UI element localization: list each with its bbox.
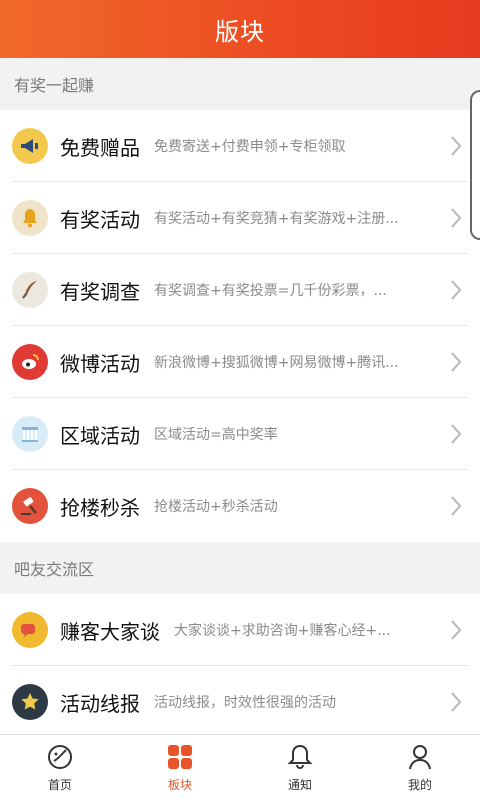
star-icon (12, 684, 48, 720)
item-description: 有奖调查+有奖投票=几千份彩票，... (154, 283, 387, 299)
list-item-regional-activities[interactable]: 区域活动 区域活动=高中奖率 (0, 398, 480, 470)
tab-label: 我的 (407, 778, 432, 792)
home-icon (45, 742, 75, 772)
chevron-right-icon (446, 420, 466, 448)
tab-home[interactable]: 首页 (0, 735, 120, 800)
bell-icon (12, 200, 48, 236)
list-item-flash-sale[interactable]: 抢楼秒杀 抢楼活动+秒杀活动 (0, 470, 480, 542)
chevron-right-icon (446, 616, 466, 644)
scrollbar-thumb[interactable] (470, 90, 480, 240)
item-title: 有奖活动 (60, 207, 140, 232)
user-icon (405, 742, 435, 772)
item-description: 活动线报，时效性很强的活动 (154, 695, 336, 711)
chevron-right-icon (446, 688, 466, 716)
item-title: 微博活动 (60, 351, 140, 376)
section-header-rewards: 有奖一起赚 (0, 58, 480, 110)
chevron-right-icon (446, 132, 466, 160)
chevron-right-icon (446, 492, 466, 520)
chevron-right-icon (446, 348, 466, 376)
item-title: 免费赠品 (60, 135, 140, 160)
list-item-activity-news[interactable]: 活动线报 活动线报，时效性很强的活动 (0, 666, 480, 738)
tab-label: 通知 (287, 778, 312, 792)
item-title: 活动线报 (60, 691, 140, 716)
item-description: 区域活动=高中奖率 (154, 427, 278, 443)
tab-label: 首页 (47, 778, 72, 792)
weibo-icon (12, 344, 48, 380)
item-title: 抢楼秒杀 (60, 495, 140, 520)
megaphone-icon (12, 128, 48, 164)
section-header-community: 吧友交流区 (0, 542, 480, 594)
item-title: 赚客大家谈 (60, 619, 160, 644)
quill-icon (12, 272, 48, 308)
section-list-community: 赚客大家谈 大家谈谈+求助咨询+赚客心经+... 活动线报 活动线报，时效性很强… (0, 594, 480, 738)
chat-icon (12, 612, 48, 648)
list-item-weibo-activities[interactable]: 微博活动 新浪微博+搜狐微博+网易微博+腾讯... (0, 326, 480, 398)
tab-notifications[interactable]: 通知 (240, 735, 360, 800)
list-item-discussion[interactable]: 赚客大家谈 大家谈谈+求助咨询+赚客心经+... (0, 594, 480, 666)
list-item-free-gifts[interactable]: 免费赠品 免费寄送+付费申领+专柜领取 (0, 110, 480, 182)
item-description: 抢楼活动+秒杀活动 (154, 499, 278, 515)
item-description: 有奖活动+有奖竞猜+有奖游戏+注册... (154, 211, 399, 227)
item-description: 免费寄送+付费申领+专柜领取 (154, 139, 346, 155)
bell-outline-icon (285, 742, 315, 772)
tab-boards[interactable]: 板块 (120, 735, 240, 800)
tab-profile[interactable]: 我的 (360, 735, 480, 800)
grid-icon (165, 742, 195, 772)
bottom-tab-bar: 首页 板块 通知 我的 (0, 734, 480, 800)
chevron-right-icon (446, 276, 466, 304)
item-title: 有奖调查 (60, 279, 140, 304)
page-title: 版块 (215, 17, 265, 46)
chevron-right-icon (446, 204, 466, 232)
section-list-rewards: 免费赠品 免费寄送+付费申领+专柜领取 有奖活动 有奖活动+有奖竞猜+有奖游戏+… (0, 110, 480, 542)
item-description: 新浪微博+搜狐微博+网易微博+腾讯... (154, 355, 399, 371)
item-title: 区域活动 (60, 423, 140, 448)
app-header: 版块 (0, 0, 480, 58)
list-item-prize-activities[interactable]: 有奖活动 有奖活动+有奖竞猜+有奖游戏+注册... (0, 182, 480, 254)
tab-label: 板块 (167, 778, 192, 792)
item-description: 大家谈谈+求助咨询+赚客心经+... (174, 623, 391, 639)
gavel-icon (12, 488, 48, 524)
list-item-prize-survey[interactable]: 有奖调查 有奖调查+有奖投票=几千份彩票，... (0, 254, 480, 326)
building-icon (12, 416, 48, 452)
